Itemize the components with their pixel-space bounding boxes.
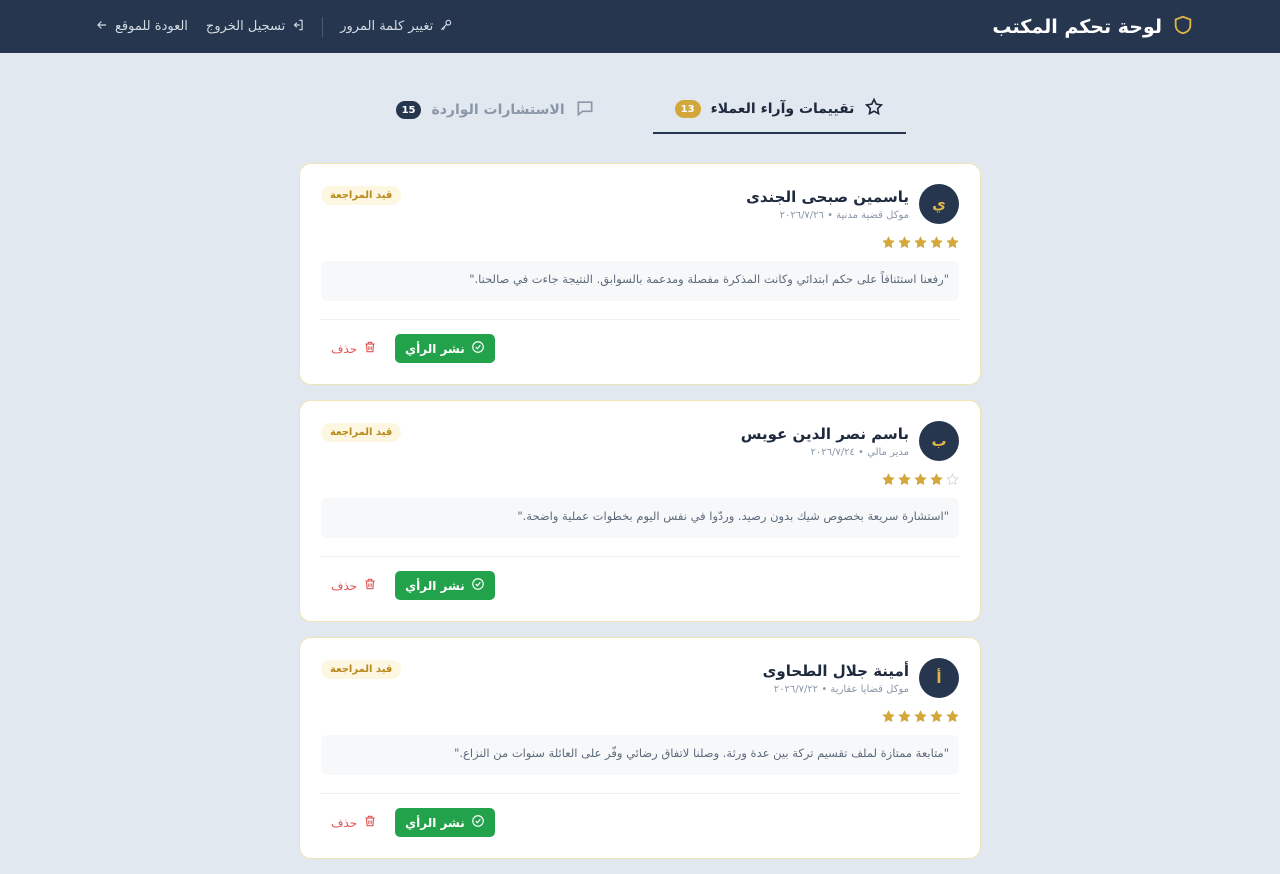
star-filled-icon [882,710,895,723]
star-filled-icon [914,473,927,486]
header-divider [322,16,324,37]
rating-stars [321,473,959,486]
reviewer-name: أمينة جلال الطحاوى [762,661,909,680]
arrow-left-icon [95,18,109,36]
reviewer-meta: مدير مالي • ٢٠٢٦/٧/٢٤ [810,446,909,458]
logout-label: تسجيل الخروج [205,19,286,34]
tabs: تقييمات وآراء العملاء 13 الاستشارات الوا… [0,86,1280,134]
star-filled-icon [898,710,911,723]
delete-label: حذف [331,341,358,356]
delete-button[interactable]: حذف [331,340,377,357]
check-circle-icon [471,577,485,594]
chat-icon [575,98,595,122]
tab-reviews[interactable]: تقييمات وآراء العملاء 13 [652,86,907,134]
divider [321,793,959,794]
star-filled-icon [946,710,959,723]
reviewer-name: باسم نصر الدين عويس [740,424,909,443]
star-empty-icon [946,473,959,486]
trash-icon [363,814,377,831]
change-password-link[interactable]: تغيير كلمة المرور [331,18,462,36]
trash-icon [363,340,377,357]
rating-stars [321,236,959,249]
star-filled-icon [914,710,927,723]
star-filled-icon [946,236,959,249]
reviews-list: ي ياسمين صبحى الجندى موكل قضية مدنية • ٢… [299,163,981,874]
consultations-count-badge: 15 [395,101,422,119]
publish-label: نشر الرأي [405,578,465,593]
review-text: "استشارة سريعة بخصوص شيك بدون رصيد. وردّ… [321,498,959,538]
publish-button[interactable]: نشر الرأي [395,571,495,600]
check-circle-icon [471,340,485,357]
delete-label: حذف [331,578,358,593]
review-text: "متابعة ممتازة لملف تقسيم تركة بين عدة و… [321,735,959,775]
reviewer: ب باسم نصر الدين عويس مدير مالي • ٢٠٢٦/٧… [741,421,959,461]
avatar: ي [919,184,959,224]
status-badge: قيد المراجعة [321,423,402,442]
divider [321,319,959,320]
star-filled-icon [914,236,927,249]
star-filled-icon [930,710,943,723]
dashboard-title: لوحة تحكم المكتب [992,15,1162,38]
reviewer-meta: موكل قضايا عقارية • ٢٠٢٦/٧/٢٢ [773,683,909,695]
logout-link[interactable]: تسجيل الخروج [197,18,314,36]
reviewer-name: ياسمين صبحى الجندى [746,187,909,206]
star-filled-icon [930,473,943,486]
reviews-count-badge: 13 [674,100,701,118]
key-icon [439,18,453,36]
publish-label: نشر الرأي [405,815,465,830]
star-filled-icon [882,473,895,486]
top-bar: لوحة تحكم المكتب تغيير كلمة المرور تسجيل… [0,0,1280,53]
star-filled-icon [930,236,943,249]
delete-button[interactable]: حذف [331,814,377,831]
publish-label: نشر الرأي [405,341,465,356]
publish-button[interactable]: نشر الرأي [395,808,495,837]
review-card: أ أمينة جلال الطحاوى موكل قضايا عقارية •… [299,637,981,859]
tab-reviews-label: تقييمات وآراء العملاء [710,101,855,117]
change-password-label: تغيير كلمة المرور [340,19,434,34]
trash-icon [363,577,377,594]
shield-icon [1172,14,1194,40]
avatar: أ [919,658,959,698]
divider [321,556,959,557]
publish-button[interactable]: نشر الرأي [395,334,495,363]
reviewer: أ أمينة جلال الطحاوى موكل قضايا عقارية •… [763,658,959,698]
star-filled-icon [898,236,911,249]
tab-consultations[interactable]: الاستشارات الواردة 15 [374,86,617,134]
delete-button[interactable]: حذف [331,577,377,594]
avatar: ب [919,421,959,461]
review-card: ي ياسمين صبحى الجندى موكل قضية مدنية • ٢… [299,163,981,385]
rating-stars [321,710,959,723]
back-to-site-link[interactable]: العودة للموقع [86,18,197,36]
review-text: "رفعنا استئنافاً على حكم ابتدائي وكانت ا… [321,261,959,301]
star-filled-icon [882,236,895,249]
status-badge: قيد المراجعة [321,660,402,679]
tab-consultations-label: الاستشارات الواردة [431,102,565,118]
brand: لوحة تحكم المكتب [992,14,1194,40]
reviewer-meta: موكل قضية مدنية • ٢٠٢٦/٧/٢٦ [779,209,909,221]
check-circle-icon [471,814,485,831]
status-badge: قيد المراجعة [321,186,402,205]
top-actions: تغيير كلمة المرور تسجيل الخروج العودة لل… [86,16,462,37]
review-card: ب باسم نصر الدين عويس مدير مالي • ٢٠٢٦/٧… [299,400,981,622]
logout-icon [291,18,305,36]
delete-label: حذف [331,815,358,830]
star-filled-icon [898,473,911,486]
back-to-site-label: العودة للموقع [115,19,188,34]
star-outline-icon [864,97,884,121]
reviewer: ي ياسمين صبحى الجندى موكل قضية مدنية • ٢… [746,184,959,224]
